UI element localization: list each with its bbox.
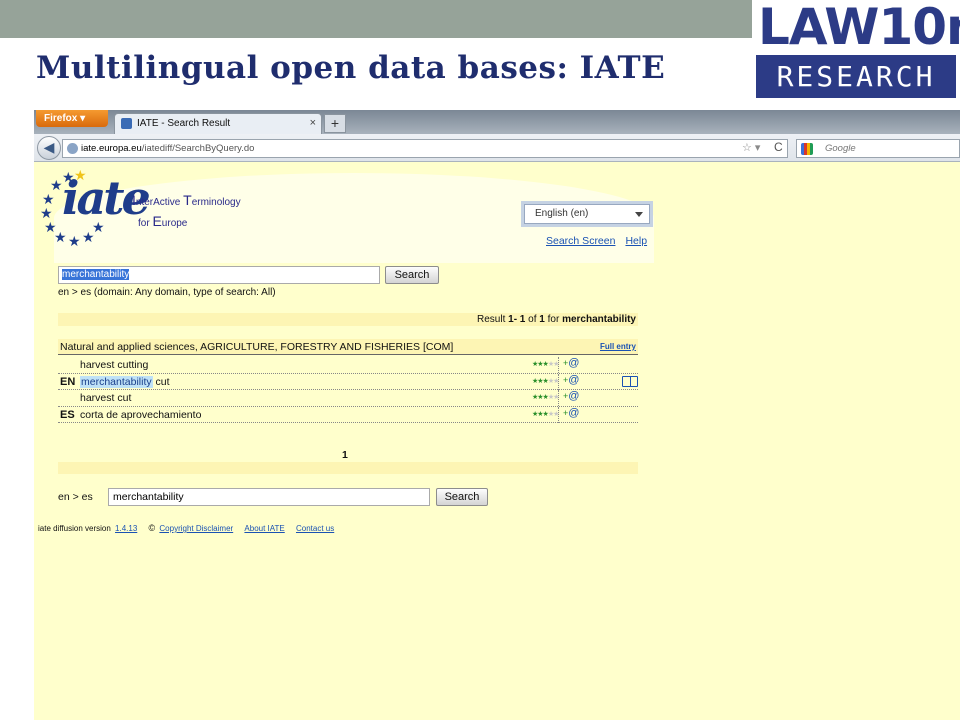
copyright-disclaimer-link[interactable]: Copyright Disclaimer [159, 524, 233, 533]
term-language: EN [60, 375, 76, 388]
query-description: en > es (domain: Any domain, type of sea… [58, 287, 276, 298]
firefox-menu-button[interactable]: Firefox ▾ [36, 110, 108, 127]
iate-tagline: InterActive Terminology for Europe [132, 192, 241, 229]
new-tab-button[interactable]: + [324, 114, 346, 133]
tab-iate-search-result[interactable]: IATE - Search Result × [114, 113, 322, 134]
book-icon[interactable] [622, 376, 638, 387]
address-bar[interactable]: iate.europa.eu/iatediff/SearchByQuery.do [62, 139, 788, 158]
page-number[interactable]: 1 [342, 449, 348, 461]
full-entry-link[interactable]: Full entry [600, 339, 636, 355]
reliability-stars-icon: ★★★★★ [532, 410, 559, 418]
iate-page: ★ ★ ★ ★ ★ ★ ★ ★ ★ ★ iate InterActive Ter… [34, 163, 662, 535]
entry-domain: Natural and applied sciences, AGRICULTUR… [58, 339, 638, 355]
term-row: ES corta de aprovechamiento ★★★★★ +@ [58, 405, 638, 423]
google-icon[interactable] [801, 143, 813, 155]
header-links: Search Screen Help [536, 235, 647, 247]
navigation-toolbar: ◀ iate.europa.eu/iatediff/SearchByQuery.… [34, 134, 960, 162]
term-contact-icon[interactable]: +@ [563, 372, 579, 388]
back-button[interactable]: ◀ [37, 136, 61, 160]
term-text[interactable]: merchantability cut [80, 374, 170, 390]
bottom-search-button[interactable]: Search [436, 488, 488, 506]
logo-subtitle: RESEARCH [756, 55, 956, 98]
search-button[interactable]: Search [385, 266, 439, 284]
result-summary: Result 1- 1 of 1 for merchantability [58, 313, 638, 326]
slide-title: Multilingual open data bases: IATE [36, 50, 666, 86]
term-contact-icon[interactable]: +@ [563, 388, 579, 404]
search-input[interactable]: merchantability [58, 266, 380, 284]
term-text[interactable]: harvest cutting [80, 357, 148, 373]
help-link[interactable]: Help [625, 235, 647, 247]
term-contact-icon[interactable]: +@ [563, 405, 579, 421]
bottom-language-pair: en > es [58, 491, 93, 503]
term-list: harvest cutting ★★★★★ +@ EN merchantabil… [58, 357, 638, 423]
chevron-down-icon [635, 212, 643, 217]
tab-bar: Firefox ▾ IATE - Search Result × + [34, 110, 960, 134]
reload-icon[interactable]: C [774, 140, 783, 154]
bottom-search-input[interactable]: merchantability [108, 488, 430, 506]
reliability-stars-icon: ★★★★★ [532, 377, 559, 385]
tab-title: IATE - Search Result [137, 118, 231, 129]
term-row: harvest cut ★★★★★ +@ [58, 390, 638, 407]
term-text[interactable]: harvest cut [80, 390, 131, 406]
copyright-icon: © [148, 523, 156, 533]
term-text[interactable]: corta de aprovechamiento [80, 407, 201, 423]
term-row: EN merchantability cut ★★★★★ +@ [58, 372, 638, 390]
law10n-logo: LAW10n RESEARCH [756, 0, 960, 100]
term-contact-icon[interactable]: +@ [563, 355, 579, 371]
url-path: /iatediff/SearchByQuery.do [141, 143, 255, 154]
slide-header-bar [0, 0, 752, 38]
web-search-input[interactable]: Google [796, 139, 960, 158]
contact-us-link[interactable]: Contact us [296, 524, 334, 533]
version-link[interactable]: 1.4.13 [115, 524, 137, 533]
term-row: harvest cutting ★★★★★ +@ [58, 357, 638, 374]
reliability-stars-icon: ★★★★★ [532, 394, 559, 401]
search-screen-link[interactable]: Search Screen [546, 235, 615, 247]
reliability-stars-icon: ★★★★★ [532, 361, 559, 368]
site-identity-icon[interactable] [67, 143, 78, 154]
term-language: ES [60, 408, 75, 421]
pager-bar [58, 462, 638, 474]
interface-language-select[interactable]: English (en) [524, 204, 650, 224]
about-iate-link[interactable]: About IATE [244, 524, 284, 533]
tab-favicon-icon [121, 118, 132, 129]
bookmark-star-icon[interactable]: ☆▾ [742, 141, 763, 154]
page-footer: iate diffusion version 1.4.13 © Copyrigh… [38, 523, 335, 533]
browser-screenshot: Firefox ▾ IATE - Search Result × + ◀ iat… [34, 110, 960, 720]
tab-close-icon[interactable]: × [310, 114, 316, 133]
logo-wordmark: LAW10n [756, 0, 960, 56]
url-domain: iate.europa.eu [81, 143, 142, 154]
